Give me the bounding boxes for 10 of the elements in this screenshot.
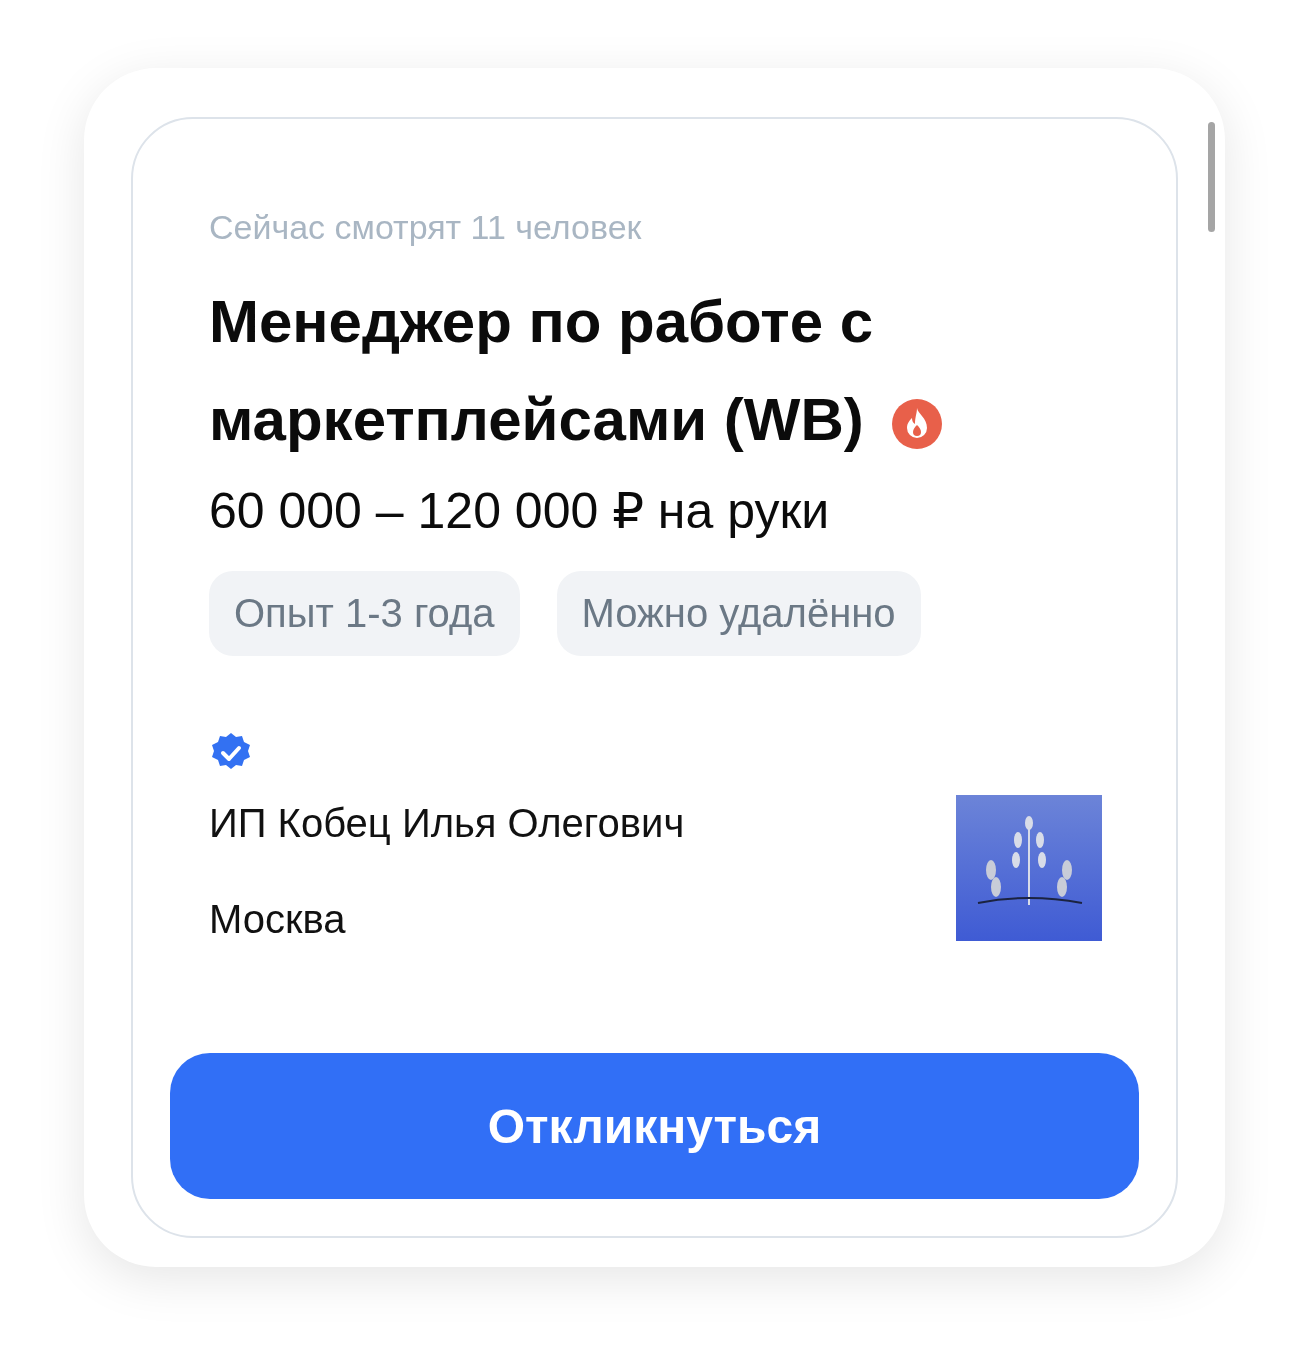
- viewers-count: Сейчас смотрят 11 человек: [209, 207, 643, 248]
- company-name[interactable]: ИП Кобец Илья Олегович: [209, 795, 685, 851]
- salary: 60 000 – 120 000 ₽ на руки: [209, 482, 831, 541]
- city: Москва: [209, 896, 347, 943]
- apply-button[interactable]: Откликнуться: [170, 1053, 1139, 1199]
- vacancy-title[interactable]: Менеджер по работе с маркетплейсами (WB): [209, 273, 1009, 469]
- scrollbar[interactable]: [1208, 122, 1215, 232]
- tag: Можно удалённо: [556, 571, 921, 656]
- tag: Опыт 1-3 года: [209, 571, 520, 656]
- fire-icon: [891, 399, 942, 450]
